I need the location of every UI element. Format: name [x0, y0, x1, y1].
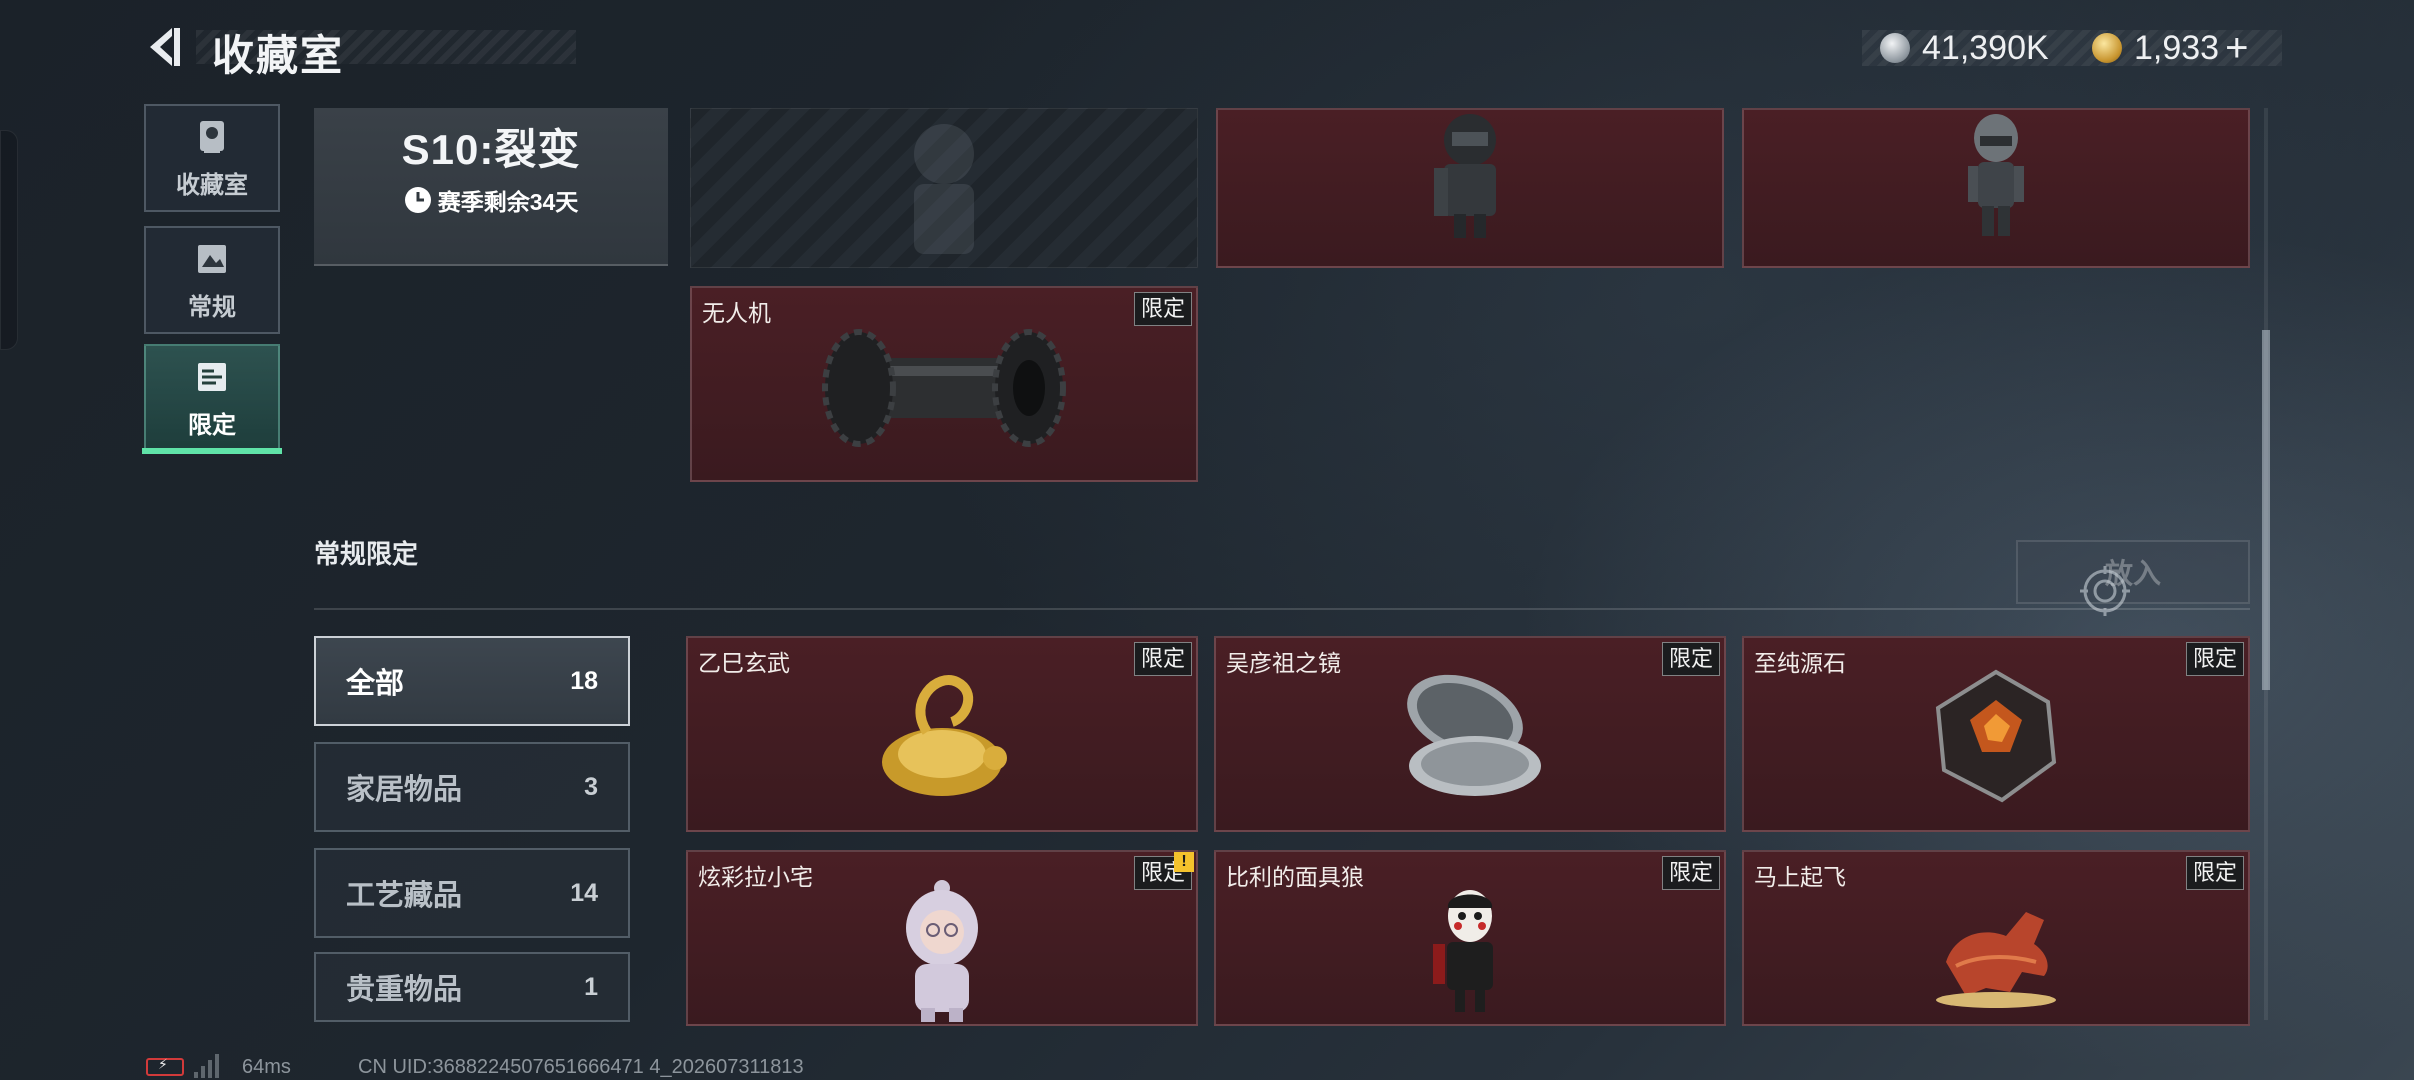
golden-turtle-icon — [882, 675, 1007, 796]
picture-icon — [198, 244, 226, 273]
silver-currency: 41,390K — [1880, 26, 2049, 70]
active-indicator — [142, 448, 282, 454]
silver-coin-icon — [1880, 33, 1910, 63]
compact-mirror-icon — [1407, 674, 1541, 796]
sidebar-item-label: 限定 — [188, 411, 236, 439]
filter-count: 18 — [570, 666, 598, 695]
new-alert-badge: ! — [1174, 852, 1194, 872]
item-card[interactable]: 乙巳玄武 限定 — [686, 636, 1198, 832]
side-pull-handle[interactable] — [0, 130, 18, 350]
limited-tag: 限定 — [2185, 856, 2244, 890]
item-name: 比利的面具狼 — [1226, 864, 1364, 890]
limited-tag: 限定 — [1133, 642, 1192, 676]
season-card: S10:裂变 赛季剩余34天 — [314, 108, 668, 266]
gold-coin-icon — [2092, 33, 2122, 63]
limited-tag: 限定 — [2185, 642, 2244, 676]
filter-label: 全部 — [346, 668, 405, 700]
sidebar-item-limited[interactable]: 限定 — [144, 344, 280, 452]
item-card[interactable]: 至纯源石 限定 — [1742, 636, 2250, 832]
limited-tag: 限定 — [1661, 642, 1720, 676]
jigsaw-puppet-icon — [1433, 890, 1493, 1012]
empty-slot-card[interactable] — [690, 108, 1198, 268]
page-title: 收藏室 — [212, 32, 345, 79]
item-card[interactable]: 马上起飞 限定 — [1742, 850, 2250, 1026]
gold-currency: 1,933 + — [2092, 26, 2248, 70]
trophy-icon — [200, 120, 224, 153]
gold-amount: 1,933 — [2134, 28, 2220, 67]
place-in-button[interactable]: 放入 — [2016, 540, 2250, 604]
back-arrow-icon — [150, 28, 180, 66]
back-button[interactable] — [142, 24, 188, 70]
scrollbar-thumb[interactable] — [2262, 330, 2270, 690]
filter-label: 贵重物品 — [346, 974, 463, 1006]
silver-amount: 41,390K — [1922, 28, 2049, 67]
item-card[interactable]: 比利的面具狼 限定 — [1214, 850, 1726, 1026]
item-name: 乙巳玄武 — [698, 650, 790, 676]
item-card[interactable]: 炫彩拉小宅 限定 ! — [686, 850, 1198, 1026]
source-stone-icon — [1935, 669, 2057, 803]
filter-label: 家居物品 — [346, 774, 463, 806]
item-card[interactable] — [1216, 108, 1724, 268]
filter-valuables[interactable]: 贵重物品 1 — [314, 952, 630, 1022]
section-divider — [314, 608, 2250, 610]
section-title: 常规限定 — [314, 539, 419, 569]
drone-roller-icon — [822, 329, 1066, 447]
limited-icon — [198, 362, 226, 391]
item-card[interactable]: 吴彦祖之镜 限定 — [1214, 636, 1726, 832]
filter-count: 3 — [584, 772, 598, 801]
sidebar-item-label: 收藏室 — [176, 171, 248, 199]
clock-icon — [404, 187, 431, 213]
silhouette-icon — [914, 124, 974, 254]
sidebar-item-label: 常规 — [188, 293, 236, 321]
hooded-doll-icon — [906, 880, 978, 1022]
filter-label: 工艺藏品 — [346, 880, 463, 912]
limited-tag: 限定 — [1133, 292, 1192, 326]
item-name: 马上起飞 — [1754, 864, 1846, 890]
limited-tag: 限定 — [1661, 856, 1720, 890]
season-name: S10:裂变 — [401, 126, 581, 173]
filter-count: 14 — [570, 878, 598, 907]
filter-count: 1 — [584, 972, 598, 1001]
item-name: 吴彦祖之镜 — [1226, 650, 1341, 676]
item-card[interactable]: 无人机 限定 — [690, 286, 1198, 482]
item-name: 至纯源石 — [1754, 650, 1846, 676]
sidebar-item-collection[interactable]: 收藏室 — [144, 104, 280, 212]
item-name: 无人机 — [702, 300, 771, 326]
soldier-figure-icon — [1968, 114, 2024, 236]
item-card[interactable] — [1742, 108, 2250, 268]
battery-icon — [146, 1056, 184, 1076]
uid-text: CN UID:3688224507651666471 4_20260731181… — [358, 1056, 804, 1078]
filter-craft-items[interactable]: 工艺藏品 14 — [314, 848, 630, 938]
item-name: 炫彩拉小宅 — [698, 864, 813, 890]
ping-text: 64ms — [242, 1056, 291, 1078]
armored-soldier-figure-icon — [1434, 114, 1496, 238]
sidebar-item-regular[interactable]: 常规 — [144, 226, 280, 334]
signal-icon — [194, 1052, 219, 1078]
filter-home-items[interactable]: 家居物品 3 — [314, 742, 630, 832]
filter-all[interactable]: 全部 18 — [314, 636, 630, 726]
add-currency-button[interactable]: + — [2225, 26, 2248, 71]
season-remaining-text: 赛季剩余34天 — [437, 189, 579, 215]
flying-horse-icon — [1936, 912, 2056, 1008]
season-remaining: 赛季剩余34天 — [404, 183, 579, 217]
